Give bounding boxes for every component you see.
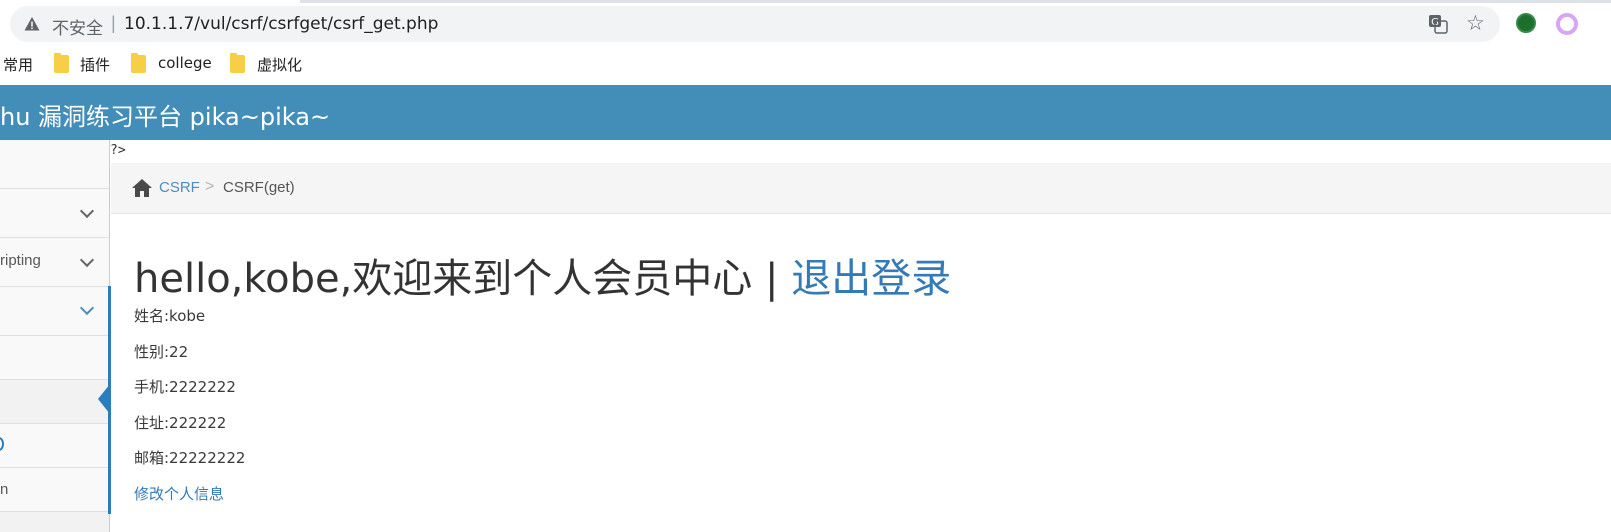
tab-edge	[300, 0, 1611, 3]
chevron-down-icon	[79, 203, 95, 219]
site-title[interactable]: hu 漏洞练习平台 pika~pika~	[0, 97, 330, 132]
sidebar-item-csrf[interactable]	[0, 287, 109, 336]
sidebar-subitem[interactable]: n	[0, 468, 109, 512]
sidebar-subitem[interactable]	[0, 424, 109, 468]
bookmark-folder[interactable]: 插件	[80, 54, 110, 75]
home-icon[interactable]	[131, 178, 153, 198]
sidebar-item-label: n	[0, 481, 9, 498]
security-label[interactable]: 不安全	[52, 14, 103, 39]
info-name: 姓名:kobe	[134, 307, 206, 325]
sidebar-subitem-active[interactable]	[0, 380, 109, 424]
info-email: 邮箱:22222222	[134, 449, 246, 467]
url-separator: |	[111, 13, 116, 33]
translate-icon[interactable]: G	[1428, 14, 1448, 34]
active-pointer-icon	[98, 384, 110, 414]
warning-icon[interactable]	[24, 16, 40, 32]
folder-icon	[54, 53, 69, 73]
bookmark-folder[interactable]: 虚拟化	[257, 54, 302, 75]
sidebar-subitem[interactable]	[0, 336, 109, 380]
info-phone: 手机:2222222	[134, 378, 236, 396]
bookmarks-bar: 常用 插件 college 虚拟化	[0, 46, 1611, 82]
bookmark-folder[interactable]: college	[158, 54, 212, 72]
welcome-heading: hello,kobe,欢迎来到个人会员中心 | 退出登录	[134, 246, 951, 304]
chevron-down-icon	[79, 300, 95, 316]
folder-icon	[230, 53, 245, 73]
breadcrumb: CSRF > CSRF(get)	[111, 163, 1611, 214]
tab-strip	[0, 0, 1611, 4]
edit-profile-link[interactable]: 修改个人信息	[134, 483, 224, 504]
bookmark-star-icon[interactable]: ☆	[1466, 13, 1485, 35]
bookmark-item[interactable]: 常用	[3, 54, 33, 75]
info-gender: 性别:22	[134, 343, 189, 361]
sidebar: ripting n	[0, 140, 110, 532]
site-header: hu 漏洞练习平台 pika~pika~	[0, 85, 1611, 140]
folder-icon	[131, 53, 146, 73]
logout-link[interactable]: 退出登录	[791, 256, 951, 302]
sidebar-item-label: ripting	[0, 252, 41, 269]
breadcrumb-separator: >	[205, 178, 215, 195]
profile-icon[interactable]	[1556, 13, 1578, 35]
welcome-text: hello,kobe,欢迎来到个人会员中心 |	[134, 256, 792, 302]
php-artifact-text: ?>	[110, 143, 126, 158]
breadcrumb-link-csrf[interactable]: CSRF	[159, 179, 200, 196]
sidebar-item[interactable]	[0, 140, 109, 189]
sidebar-item[interactable]	[0, 189, 109, 238]
info-address: 住址:222222	[134, 414, 227, 432]
breadcrumb-current: CSRF(get)	[223, 179, 295, 196]
sidebar-item-xss[interactable]: ripting	[0, 238, 109, 287]
address-bar[interactable]: 不安全 | 10.1.1.7/vul/csrf/csrfget/csrf_get…	[10, 6, 1500, 42]
extension-icon[interactable]	[1516, 13, 1536, 33]
url-text[interactable]: 10.1.1.7/vul/csrf/csrfget/csrf_get.php	[124, 14, 438, 34]
chevron-down-icon	[79, 252, 95, 268]
